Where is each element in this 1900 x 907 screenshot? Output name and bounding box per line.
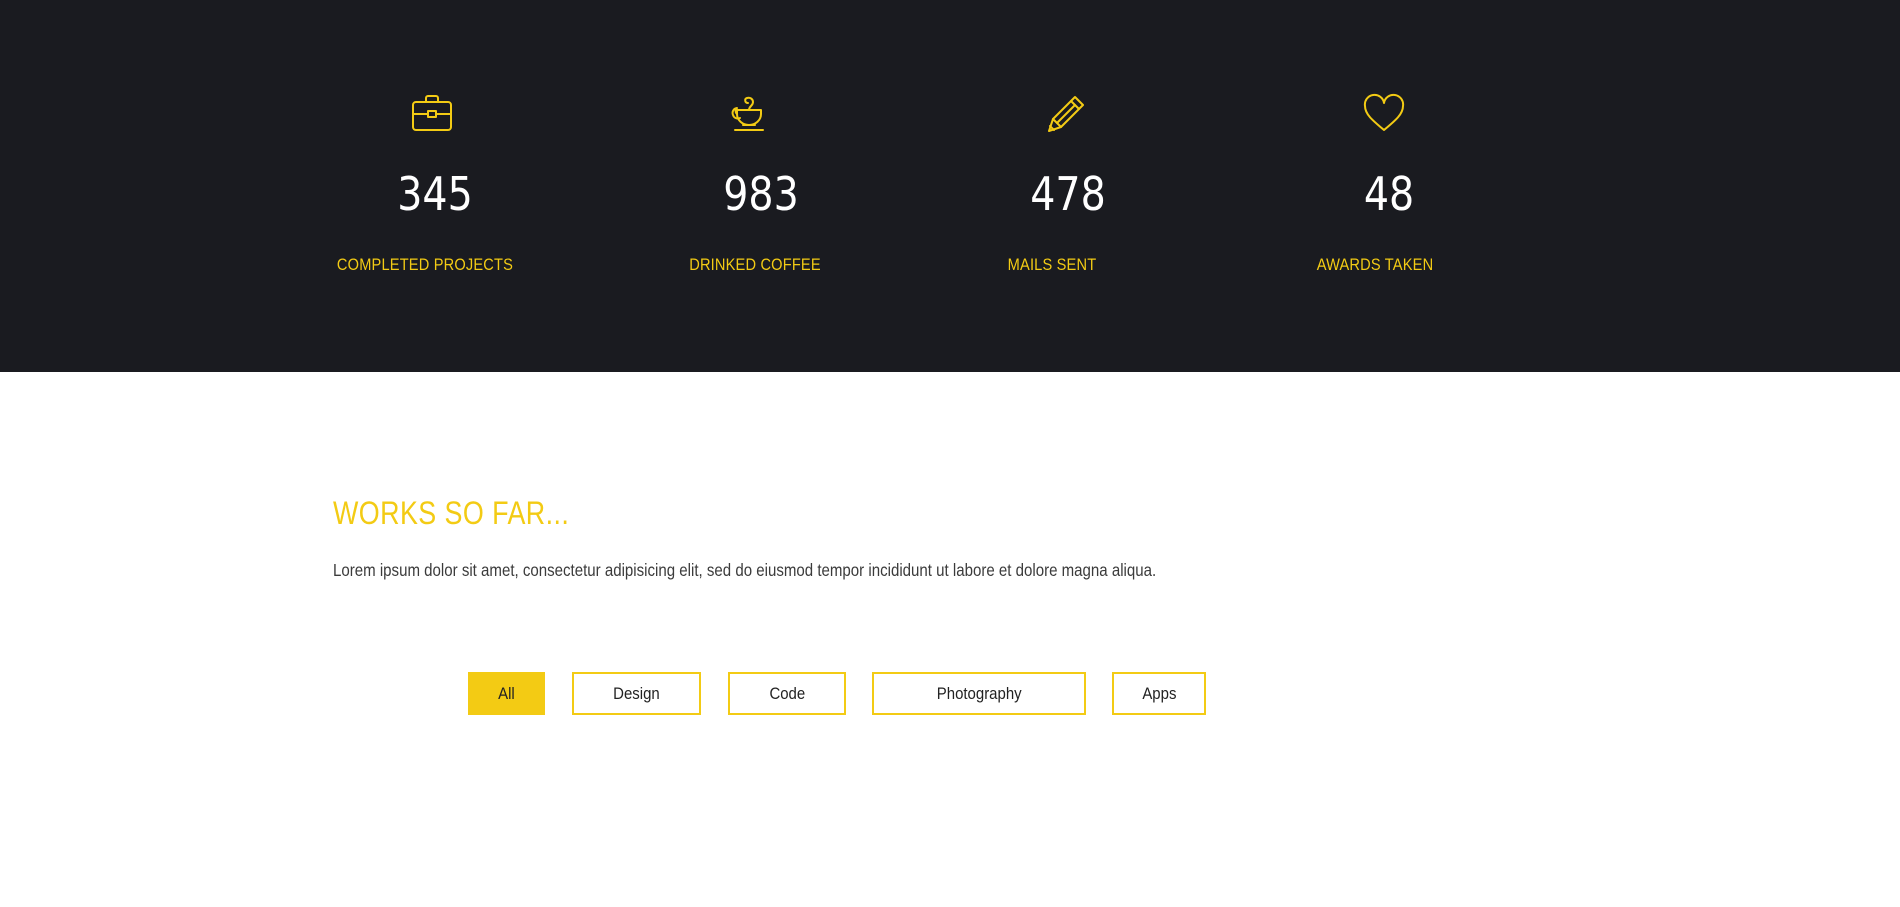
heart-icon (1362, 92, 1406, 136)
stat-number-awards-taken: 48 (1363, 167, 1415, 221)
stat-number-completed-projects: 345 (397, 167, 473, 221)
filter-button-code[interactable]: Code (728, 672, 846, 715)
filter-label-code: Code (769, 684, 805, 703)
stats-section: 345 COMPLETED PROJECTS 983 DRINKED COFFE… (0, 0, 1900, 372)
filter-label-photography: Photography (936, 684, 1022, 703)
filter-button-apps[interactable]: Apps (1112, 672, 1206, 715)
pencil-icon (1044, 92, 1088, 136)
coffee-cup-icon (727, 92, 771, 136)
filter-label-all: All (498, 684, 515, 703)
stat-label-drinked-coffee: DRINKED COFFEE (689, 255, 821, 274)
works-description: Lorem ipsum dolor sit amet, consectetur … (333, 560, 1157, 580)
briefcase-icon (410, 92, 454, 136)
filter-label-design: Design (613, 684, 660, 703)
filter-label-apps: Apps (1141, 684, 1177, 703)
works-title: WORKS SO FAR... (333, 495, 570, 531)
stat-label-mails-sent: MAILS SENT (1007, 255, 1097, 274)
stat-label-completed-projects: COMPLETED PROJECTS (336, 255, 514, 274)
stat-number-drinked-coffee: 983 (723, 167, 799, 221)
filter-button-photography[interactable]: Photography (872, 672, 1086, 715)
stat-label-awards-taken: AWARDS TAKEN (1316, 255, 1434, 274)
filter-button-all[interactable]: All (468, 672, 545, 715)
stat-number-mails-sent: 478 (1030, 167, 1106, 221)
filter-button-design[interactable]: Design (572, 672, 701, 715)
